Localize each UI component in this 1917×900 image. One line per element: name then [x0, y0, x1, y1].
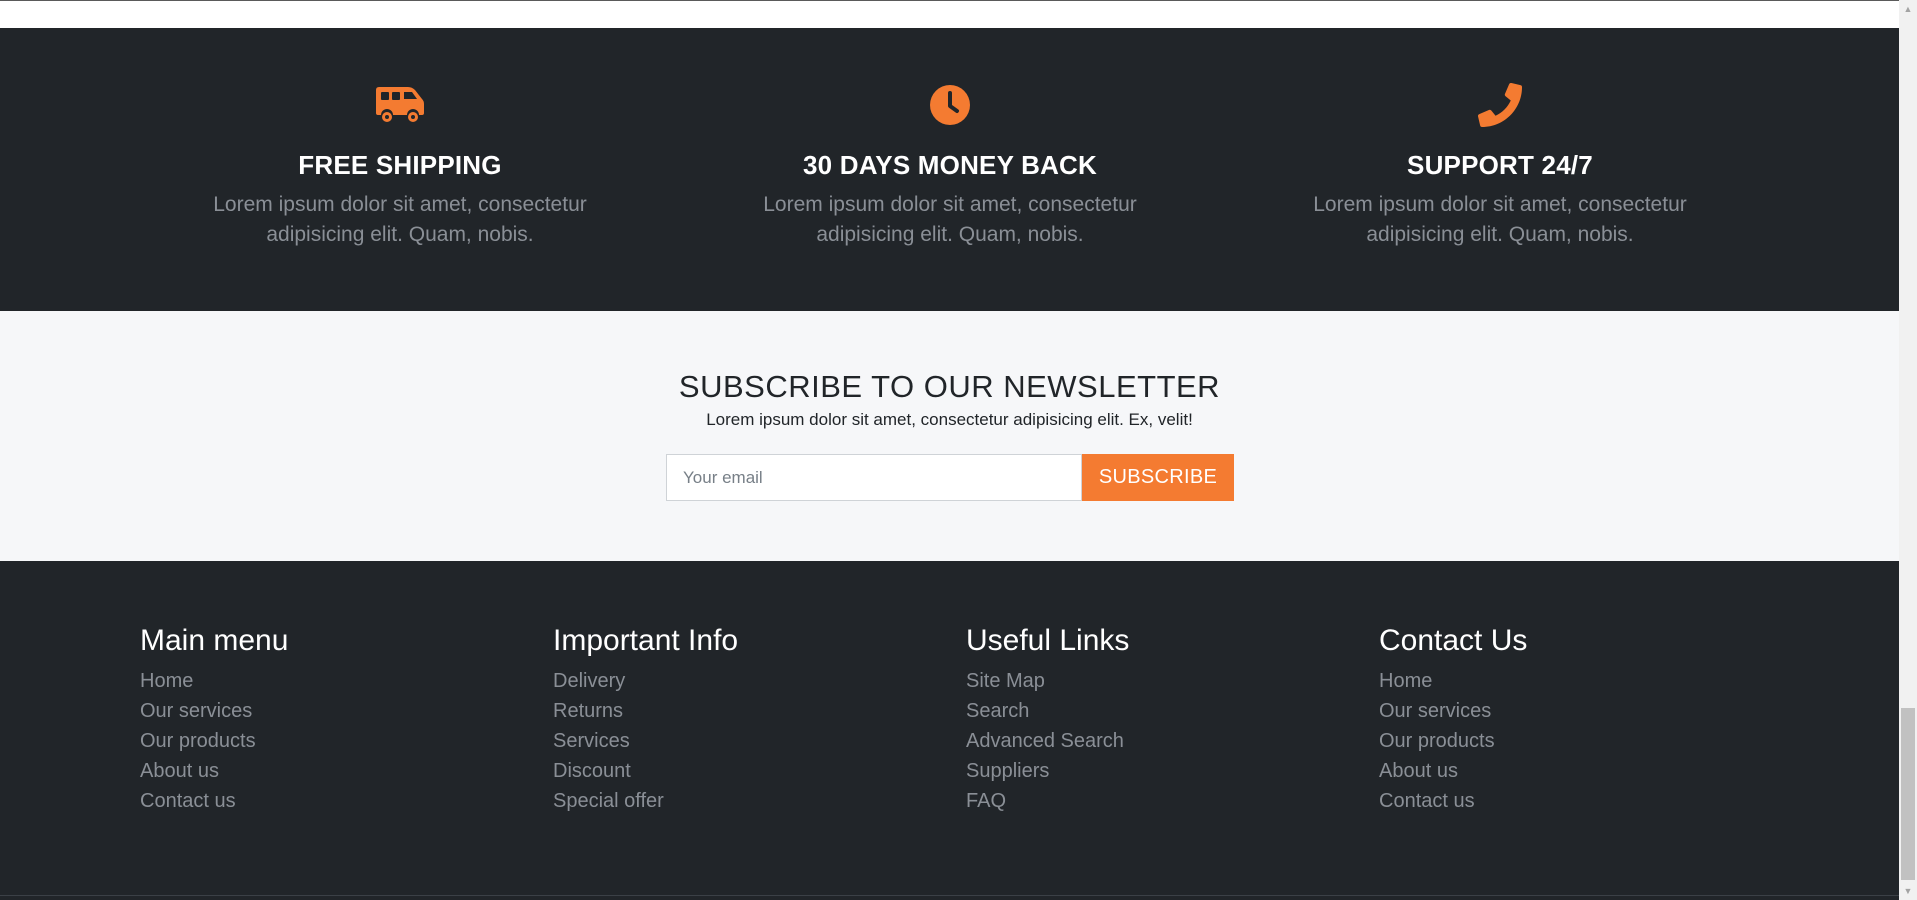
newsletter-form: SUBSCRIBE	[666, 454, 1234, 501]
footer-link[interactable]: Contact us	[140, 786, 540, 816]
footer-link[interactable]: Contact us	[1379, 786, 1779, 816]
newsletter-subtitle: Lorem ipsum dolor sit amet, consectetur …	[706, 410, 1193, 429]
footer-column-useful-links: Useful Links Site Map Search Advanced Se…	[966, 622, 1366, 816]
footer-link[interactable]: Delivery	[553, 666, 953, 696]
footer-link[interactable]: Returns	[553, 696, 953, 726]
footer-column-title: Useful Links	[966, 624, 1130, 657]
vertical-scrollbar[interactable]: ▲ ▼	[1899, 0, 1917, 900]
feature-title: 30 DAYS MONEY BACK	[802, 150, 1098, 180]
footer-link[interactable]: Home	[140, 666, 540, 696]
email-input[interactable]	[666, 454, 1082, 501]
feature-text: Lorem ipsum dolor sit amet, consectetur …	[213, 193, 587, 246]
footer-link[interactable]: Our products	[140, 726, 540, 756]
footer-link[interactable]: Site Map	[966, 666, 1366, 696]
footer-link[interactable]: Discount	[553, 756, 953, 786]
footer-column-title: Main menu	[140, 624, 289, 657]
scroll-down-arrow-icon[interactable]: ▼	[1899, 882, 1917, 900]
footer-link[interactable]: Suppliers	[966, 756, 1366, 786]
feature-title: FREE SHIPPING	[298, 150, 502, 180]
clock-icon	[924, 84, 976, 126]
scroll-up-arrow-icon[interactable]: ▲	[1899, 0, 1917, 18]
footer-link[interactable]: Advanced Search	[966, 726, 1366, 756]
footer-column-title: Important Info	[553, 624, 739, 657]
newsletter-title: SUBSCRIBE TO OUR NEWSLETTER	[678, 369, 1221, 404]
footer-column-main-menu: Main menu Home Our services Our products…	[140, 622, 540, 816]
footer-link[interactable]: About us	[1379, 756, 1779, 786]
feature-text: Lorem ipsum dolor sit amet, consectetur …	[1313, 193, 1687, 246]
top-strip	[0, 0, 1899, 28]
footer-link[interactable]: Home	[1379, 666, 1779, 696]
footer-link[interactable]: Special offer	[553, 786, 953, 816]
feature-text: Lorem ipsum dolor sit amet, consectetur …	[763, 193, 1137, 246]
footer-column-contact-us: Contact Us Home Our services Our product…	[1379, 622, 1779, 816]
footer-link[interactable]: Search	[966, 696, 1366, 726]
page: FREE SHIPPING Lorem ipsum dolor sit amet…	[0, 0, 1899, 900]
phone-icon	[1474, 83, 1526, 127]
truck-icon	[374, 84, 426, 126]
subscribe-button[interactable]: SUBSCRIBE	[1082, 454, 1234, 501]
footer: Main menu Home Our services Our products…	[0, 561, 1899, 900]
footer-column-title: Contact Us	[1379, 624, 1528, 657]
feature-title: SUPPORT 24/7	[1407, 150, 1593, 180]
newsletter-section: SUBSCRIBE TO OUR NEWSLETTER Lorem ipsum …	[0, 311, 1899, 561]
features-section: FREE SHIPPING Lorem ipsum dolor sit amet…	[0, 28, 1899, 311]
footer-link[interactable]: FAQ	[966, 786, 1366, 816]
footer-link[interactable]: Services	[553, 726, 953, 756]
footer-link[interactable]: Our products	[1379, 726, 1779, 756]
footer-divider	[0, 895, 1899, 896]
footer-link[interactable]: Our services	[140, 696, 540, 726]
footer-link[interactable]: About us	[140, 756, 540, 786]
footer-column-important-info: Important Info Delivery Returns Services…	[553, 622, 953, 816]
scrollbar-thumb[interactable]	[1901, 708, 1915, 880]
footer-link[interactable]: Our services	[1379, 696, 1779, 726]
